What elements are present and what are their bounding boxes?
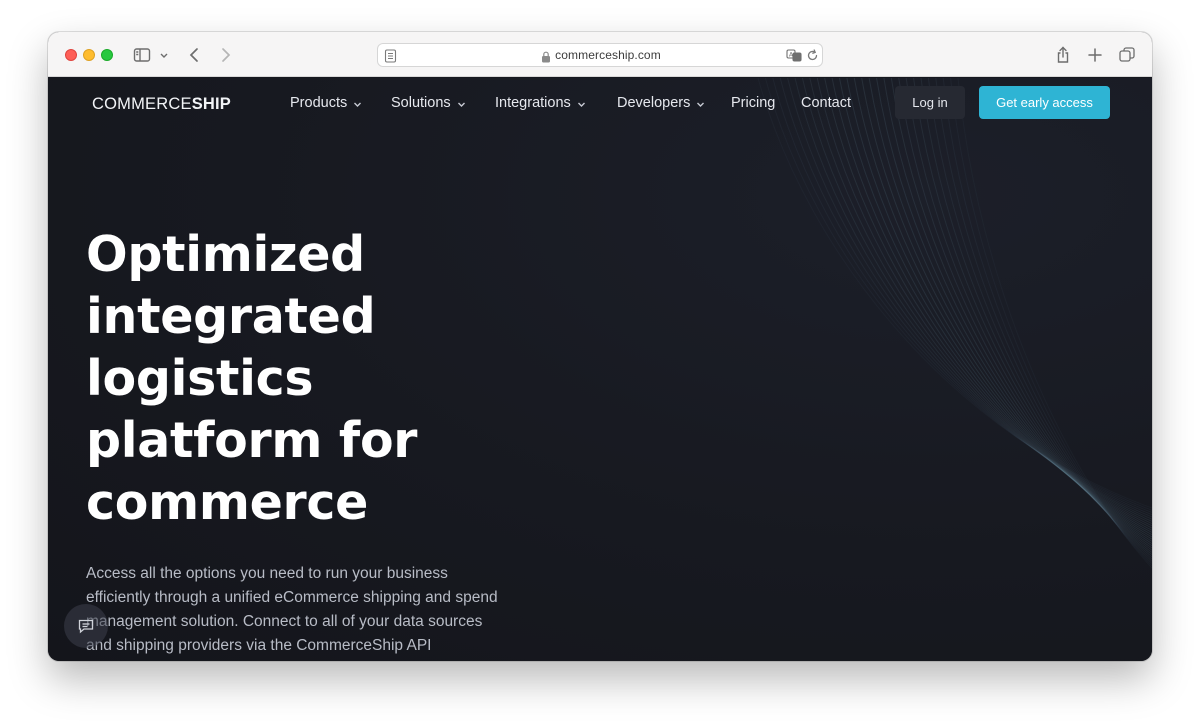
commerceship-logo[interactable]: COMMERCESHIP [92,95,231,114]
translate-icon[interactable]: A [786,48,802,63]
browser-window: commerceship.com A COMMERCESHIP Products… [48,32,1152,661]
back-icon[interactable] [185,45,205,65]
decorative-wave-graphic [757,78,1152,569]
chevron-down-icon [354,102,362,107]
address-bar[interactable]: commerceship.com A [377,43,823,67]
hero-title: Optimized integrated logistics platform … [86,226,418,531]
nav-item-label: Products [290,95,348,111]
chevron-down-icon [457,102,465,107]
chevron-down-icon[interactable] [157,45,171,65]
nav-item-label: Integrations [495,95,571,111]
hero-subtitle: Access all the options you need to run y… [86,565,498,654]
nav-item-integrations[interactable]: Integrations [495,95,586,111]
chat-widget-button[interactable] [64,604,108,648]
nav-item-label: Pricing [731,95,776,111]
sidebar-icon[interactable] [132,45,152,65]
logo-text-commerce: COMMERCE [92,95,192,113]
nav-item-contact[interactable]: Contact [801,95,851,111]
reload-icon[interactable] [806,49,819,62]
share-icon[interactable] [1053,45,1073,65]
tabs-overview-icon[interactable] [1117,45,1137,65]
nav-item-solutions[interactable]: Solutions [391,95,466,111]
chevron-down-icon [697,102,705,107]
zoom-window-button[interactable] [101,49,113,61]
nav-item-label: Solutions [391,95,451,111]
get-early-access-button[interactable]: Get early access [979,86,1110,119]
chat-icon [78,619,94,634]
webpage: COMMERCESHIP Products Solutions Integrat… [48,78,1152,661]
chevron-down-icon [577,102,585,107]
login-button[interactable]: Log in [895,86,965,119]
new-tab-icon[interactable] [1085,45,1105,65]
browser-toolbar: commerceship.com A [48,32,1152,77]
close-window-button[interactable] [65,49,77,61]
site-header: COMMERCESHIP Products Solutions Integrat… [48,78,1152,128]
nav-item-products[interactable]: Products [290,95,362,111]
nav-item-developers[interactable]: Developers [617,95,705,111]
logo-text-ship: SHIP [191,95,231,113]
nav-item-pricing[interactable]: Pricing [731,95,775,111]
nav-item-label: Contact [801,95,851,111]
forward-icon[interactable] [215,45,235,65]
minimize-window-button[interactable] [83,49,95,61]
nav-item-label: Developers [617,95,691,111]
url-text: commerceship.com [555,48,661,62]
